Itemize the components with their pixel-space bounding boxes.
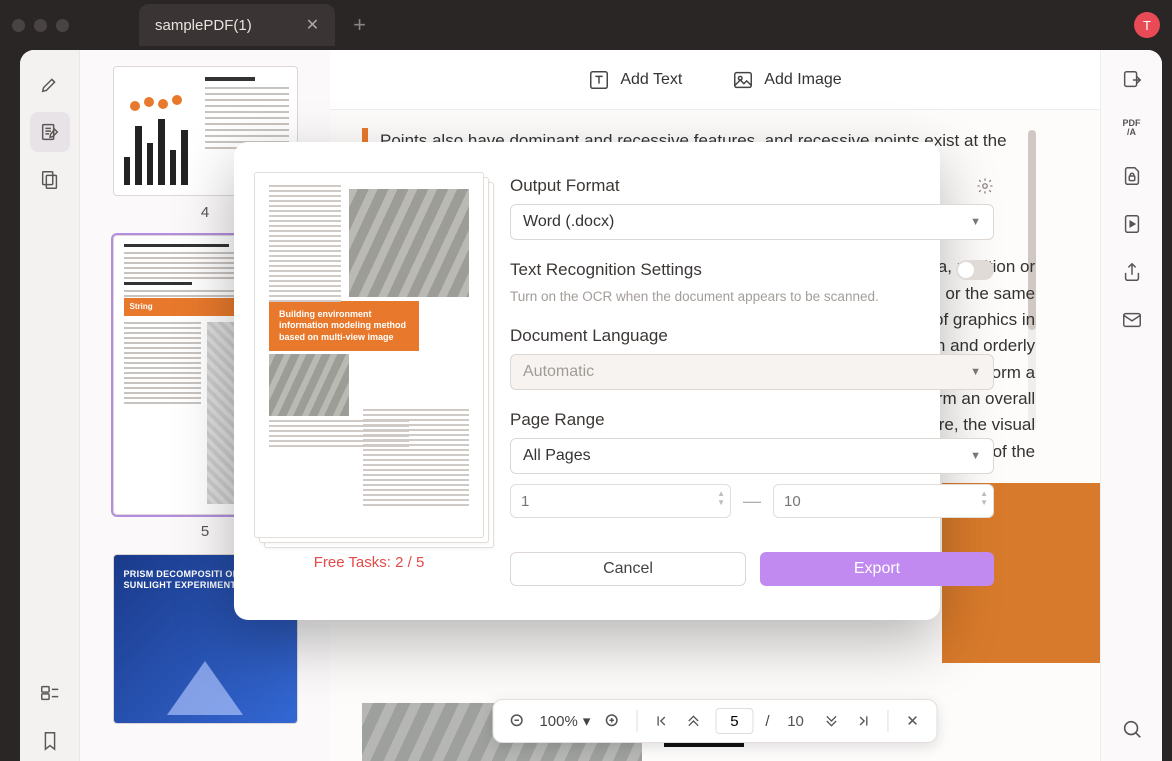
language-value: Automatic xyxy=(523,363,594,381)
range-to-input[interactable] xyxy=(773,484,994,518)
dialog-buttons: Cancel Export xyxy=(510,552,994,586)
caret-down-icon: ▼ xyxy=(970,216,981,228)
language-label: Document Language xyxy=(510,326,994,346)
cancel-button[interactable]: Cancel xyxy=(510,552,746,586)
page-range-inputs: ▲▼ — ▲▼ xyxy=(510,484,994,518)
export-dialog: Building environment information modelin… xyxy=(234,142,940,620)
caret-down-icon: ▼ xyxy=(970,366,981,378)
range-dash: — xyxy=(741,491,763,512)
output-format-label: Output Format xyxy=(510,176,994,196)
page-range-value: All Pages xyxy=(523,447,591,465)
preview-page: Building environment information modelin… xyxy=(254,172,484,538)
step-down-icon[interactable]: ▼ xyxy=(717,499,725,507)
caret-down-icon: ▼ xyxy=(970,450,981,462)
output-format-value: Word (.docx) xyxy=(523,213,614,231)
preview-callout: Building environment information modelin… xyxy=(269,301,419,351)
free-tasks-counter: Free Tasks: 2 / 5 xyxy=(314,554,425,571)
range-from-input[interactable] xyxy=(510,484,731,518)
ocr-label: Text Recognition Settings xyxy=(510,260,994,280)
language-select: Automatic ▼ xyxy=(510,354,994,390)
page-range-label: Page Range xyxy=(510,410,994,430)
ocr-hint: Turn on the OCR when the document appear… xyxy=(510,288,994,306)
output-format-select[interactable]: Word (.docx) ▼ xyxy=(510,204,994,240)
export-preview-pane: Building environment information modelin… xyxy=(234,142,504,620)
ocr-toggle[interactable] xyxy=(956,260,994,280)
export-button[interactable]: Export xyxy=(760,552,994,586)
preview-page-stack: Building environment information modelin… xyxy=(254,172,484,538)
step-up-icon[interactable]: ▲ xyxy=(980,490,988,498)
step-down-icon[interactable]: ▼ xyxy=(980,499,988,507)
gear-icon[interactable] xyxy=(976,177,994,195)
export-options-pane: Output Format Word (.docx) ▼ Text Recogn… xyxy=(504,142,1036,620)
step-up-icon[interactable]: ▲ xyxy=(717,490,725,498)
page-range-select[interactable]: All Pages ▼ xyxy=(510,438,994,474)
